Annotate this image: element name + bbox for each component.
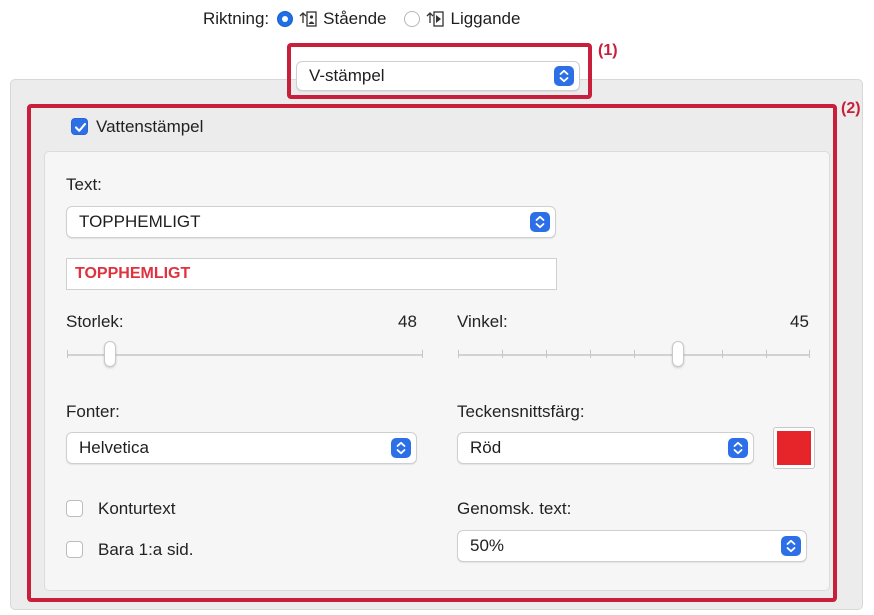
landscape-label[interactable]: Liggande	[450, 9, 520, 29]
checkmark-icon	[74, 122, 87, 132]
font-color-label: Teckensnittsfärg:	[457, 402, 585, 421]
updown-chevron-icon	[728, 438, 748, 458]
portrait-radio[interactable]	[277, 11, 294, 27]
size-label: Storlek:	[66, 312, 124, 331]
landscape-page-icon	[427, 11, 445, 27]
text-select-value: TOPPHEMLIGT	[79, 212, 201, 231]
angle-tick	[766, 350, 767, 358]
text-label: Text:	[66, 175, 102, 194]
portrait-label[interactable]: Stående	[323, 9, 386, 29]
first-page-only-checkbox[interactable]	[66, 541, 83, 558]
size-slider-track[interactable]	[67, 354, 423, 356]
watermark-text-field[interactable]: TOPPHEMLIGT	[66, 258, 557, 290]
first-page-only-label[interactable]: Bara 1:a sid.	[98, 540, 193, 560]
transparency-label: Genomsk. text:	[457, 499, 572, 518]
angle-tick	[546, 350, 547, 358]
watermark-label[interactable]: Vattenstämpel	[96, 117, 203, 137]
transparency-select[interactable]: 50%	[457, 530, 807, 562]
callout-label-2: (2)	[841, 100, 861, 117]
transparency-value: 50%	[470, 536, 505, 555]
updown-chevron-icon	[530, 212, 550, 232]
watermark-text-value: TOPPHEMLIGT	[75, 265, 191, 282]
text-select[interactable]: TOPPHEMLIGT	[66, 206, 556, 238]
size-tick	[67, 350, 68, 358]
angle-tick	[809, 350, 810, 358]
outline-text-checkbox[interactable]	[66, 500, 83, 517]
updown-chevron-icon	[781, 536, 801, 556]
outline-text-label[interactable]: Konturtext	[98, 499, 176, 519]
font-label: Fonter:	[66, 402, 120, 421]
font-color-swatch[interactable]	[773, 427, 815, 469]
callout-label-1: (1)	[598, 42, 618, 59]
mode-select-value: V-stämpel	[309, 66, 385, 85]
callout-frame-2	[27, 104, 837, 602]
portrait-page-icon	[299, 11, 317, 27]
angle-tick	[634, 350, 635, 358]
size-slider-thumb[interactable]	[103, 341, 116, 367]
orientation-label: Riktning:	[203, 9, 270, 28]
angle-tick	[722, 350, 723, 358]
angle-tick	[458, 350, 459, 358]
angle-tick	[502, 350, 503, 358]
mode-select[interactable]: V-stämpel	[296, 61, 580, 91]
updown-chevron-icon	[554, 66, 574, 86]
angle-value: 45	[790, 312, 809, 331]
color-swatch-fill	[777, 431, 811, 465]
size-value: 48	[398, 312, 417, 331]
size-tick	[422, 350, 423, 358]
angle-label: Vinkel:	[457, 312, 508, 331]
orientation-row: Riktning: Stående Liggande	[203, 8, 520, 30]
angle-tick	[590, 350, 591, 358]
font-color-select[interactable]: Röd	[457, 432, 754, 464]
landscape-radio[interactable]	[404, 11, 421, 27]
angle-slider-thumb[interactable]	[672, 341, 684, 367]
font-select[interactable]: Helvetica	[66, 432, 417, 464]
font-color-value: Röd	[470, 438, 502, 457]
updown-chevron-icon	[391, 438, 411, 458]
font-select-value: Helvetica	[79, 438, 149, 457]
watermark-checkbox[interactable]	[71, 118, 88, 135]
